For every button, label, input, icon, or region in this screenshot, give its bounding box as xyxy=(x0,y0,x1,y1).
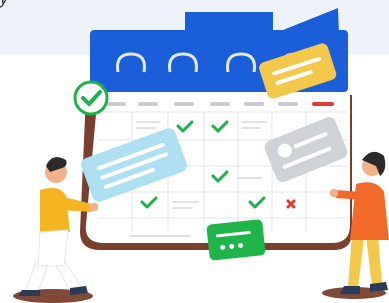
cross-icon xyxy=(286,199,296,209)
calendar-scene xyxy=(13,8,389,303)
check-badge-icon xyxy=(73,80,109,116)
sticky-note-green xyxy=(206,219,266,261)
illustration: y xyxy=(0,0,389,303)
